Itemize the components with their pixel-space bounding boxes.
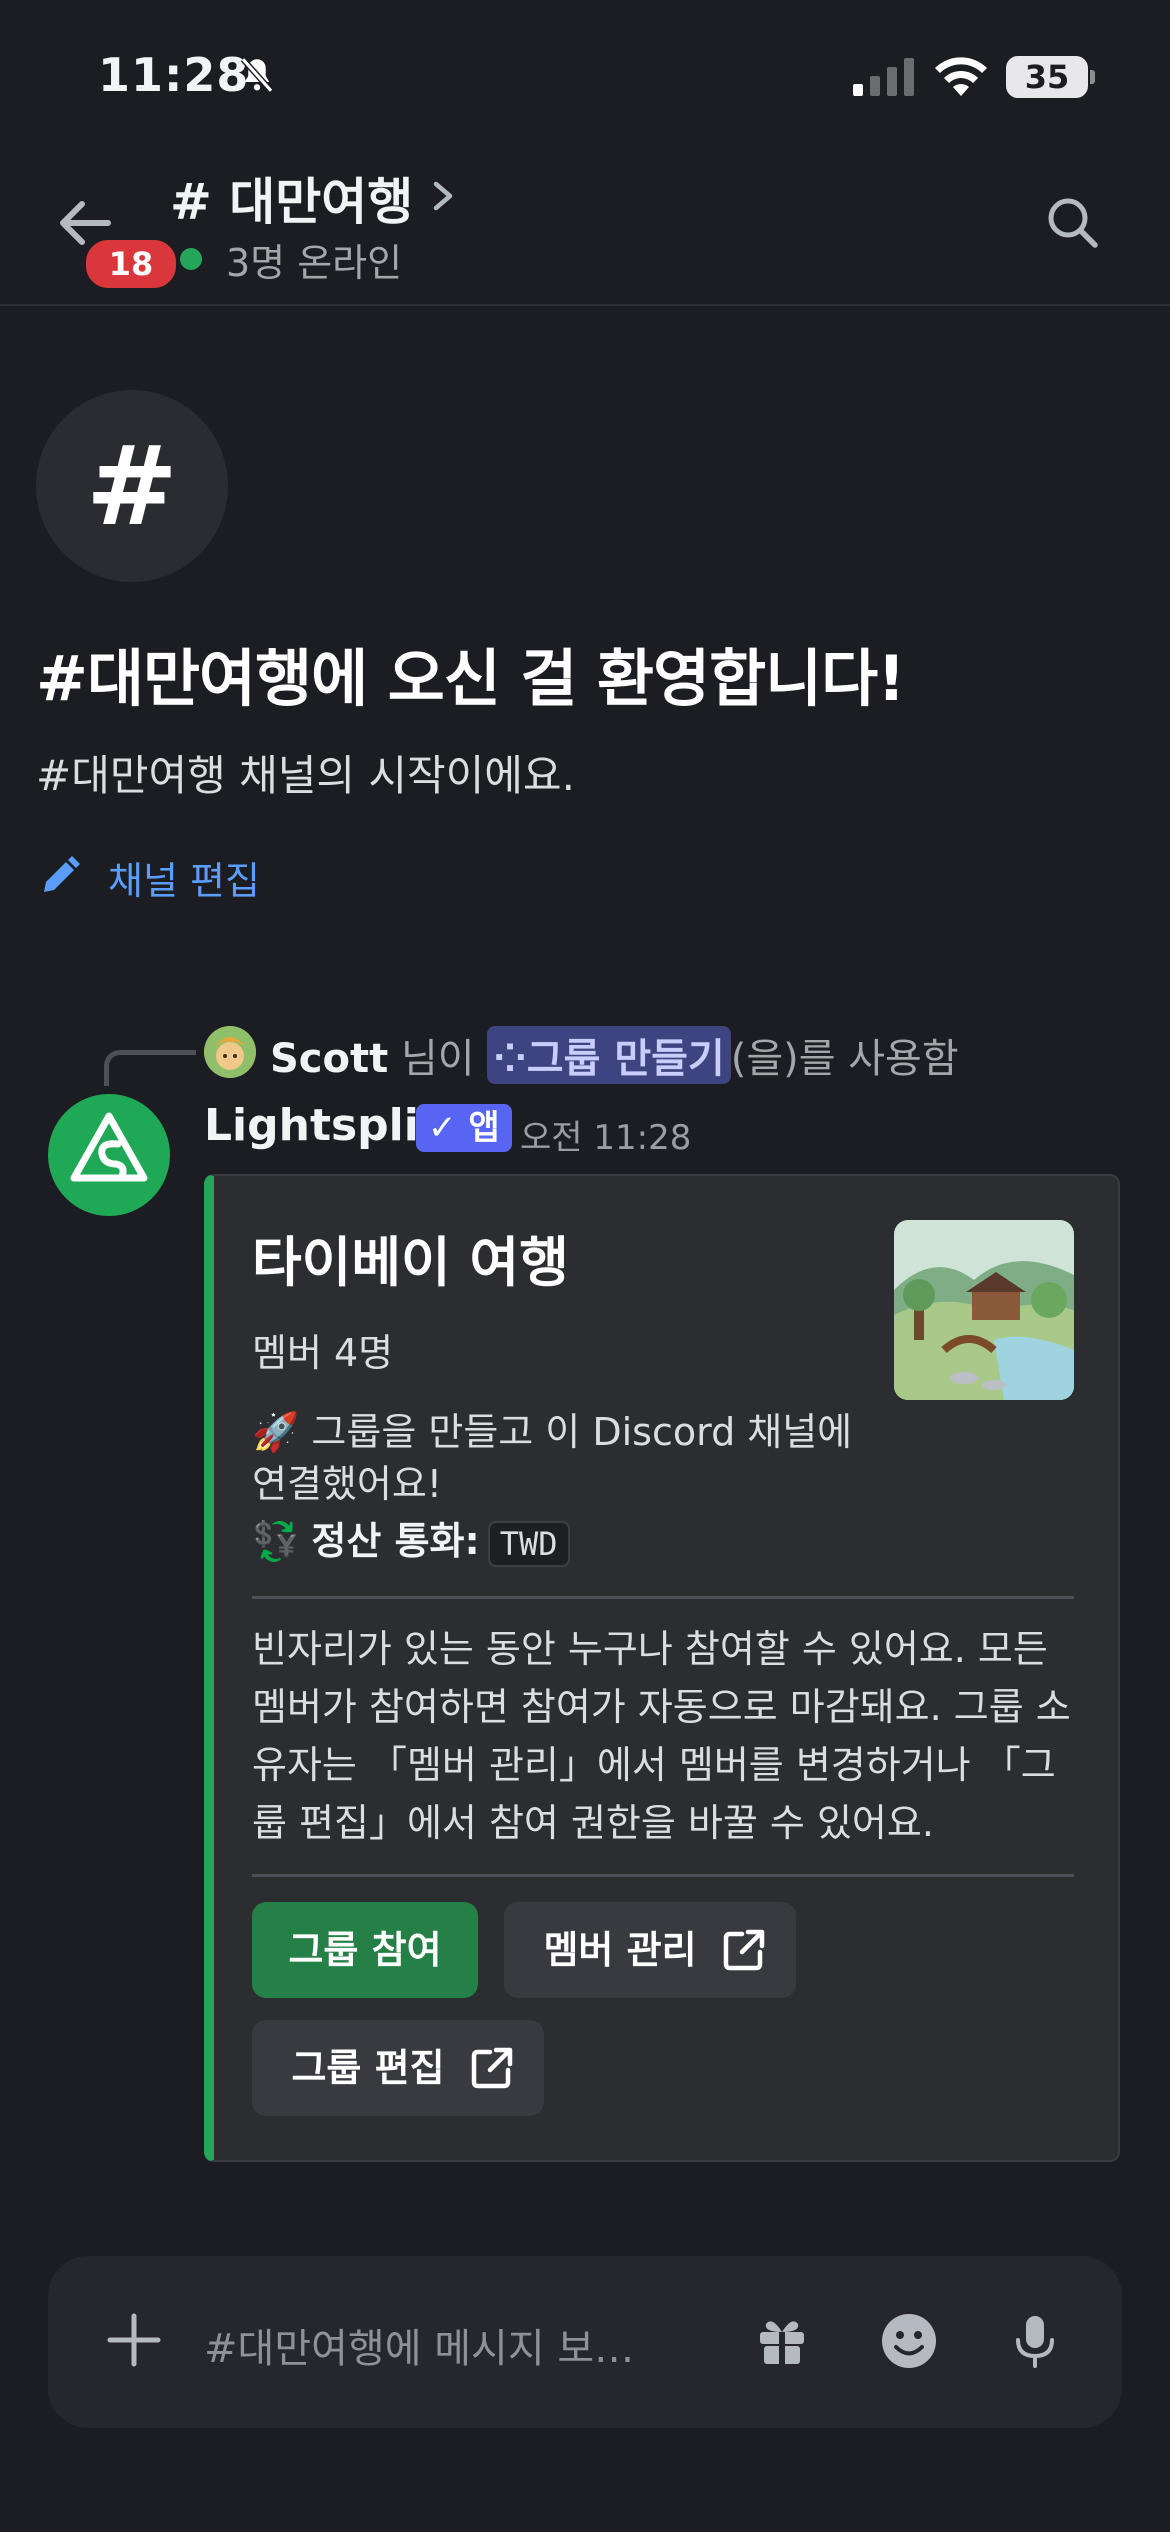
header-divider [0,304,1170,306]
interaction-user[interactable]: Scott [270,1036,388,1082]
pencil-icon[interactable] [38,854,82,898]
edit-channel-link[interactable]: 채널 편집 [108,850,260,905]
command-name: 그룹 만들기 [526,1036,725,1082]
embed-created-text: 🚀 그룹을 만들고 이 Discord 채널에 연결했어요! [252,1410,853,1506]
interaction-line: Scott 님이 ⁘그룹 만들기 (을)를 사용함 [270,1026,959,1084]
currency-row: 💱 정산 통화: TWD [252,1510,570,1567]
message-input[interactable]: #대만여행에 메시지 보… [204,2316,634,2374]
interaction-text-1: 님이 [388,1036,488,1082]
online-count: 3명 온라인 [226,241,403,285]
join-group-button[interactable]: 그룹 참여 [252,1902,478,1998]
status-time: 11:28 [98,48,250,102]
microphone-icon[interactable] [1006,2312,1064,2370]
external-link-icon [723,1929,765,1971]
app-tag: ✓ 앱 [416,1104,512,1152]
embed-member-count: 멤버 4명 [252,1331,394,1375]
embed-thumbnail[interactable] [894,1220,1074,1400]
embed-divider-top [252,1596,1074,1599]
message-author[interactable]: Lightsplit [204,1100,440,1151]
currency-label: 정산 통화: [311,1519,480,1563]
edit-group-button[interactable]: 그룹 편집 [252,2020,544,2116]
battery-indicator: 35 [1006,56,1088,98]
message-timestamp: 오전 11:28 [520,1118,692,1158]
emoji-icon[interactable] [880,2312,938,2370]
cellular-signal-icon [853,58,914,96]
gift-icon[interactable] [754,2312,810,2368]
reply-spine [104,1050,196,1086]
embed-divider-bottom [252,1874,1074,1877]
channel-hash-icon: # [36,390,228,582]
currency-code: TWD [487,1520,570,1567]
unread-badge: 18 [82,236,180,292]
welcome-subtitle: #대만여행 채널의 시작이에요. [36,751,575,800]
channel-title[interactable]: # 대만여행 [170,162,413,234]
welcome-title: #대만여행에 오신 걸 환영합니다! [36,642,905,715]
chevron-right-icon[interactable] [428,176,458,216]
wifi-icon [935,57,987,96]
battery-nub [1090,70,1095,84]
online-status-dot [180,248,202,270]
embed-description: 빈자리가 있는 동안 누구나 참여할 수 있어요. 모든 멤버가 참여하면 참여… [252,1627,1071,1845]
bell-slash-icon [240,57,274,93]
lightsplit-avatar[interactable] [48,1094,170,1216]
manage-members-label: 멤버 관리 [543,1928,697,1972]
plus-icon[interactable] [104,2310,164,2370]
command-icon: ⁘ [493,1036,527,1082]
money-icon: 💱 [252,1519,300,1563]
search-icon[interactable] [1044,194,1100,250]
manage-members-button[interactable]: 멤버 관리 [504,1902,796,1998]
command-chip[interactable]: ⁘그룹 만들기 [487,1026,731,1084]
scott-avatar[interactable] [204,1026,256,1078]
interaction-text-2: (을)를 사용함 [730,1036,959,1082]
edit-group-label: 그룹 편집 [291,2046,445,2090]
embed-title: 타이베이 여행 [252,1231,569,1294]
external-link-icon [471,2047,513,2089]
